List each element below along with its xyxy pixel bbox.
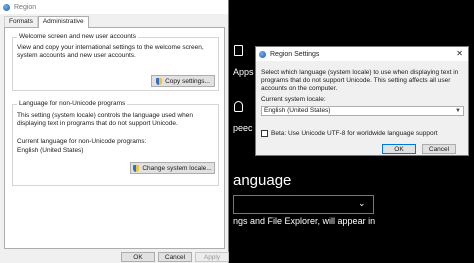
shield-icon [156,77,163,85]
region-apply-button[interactable]: Apply [195,252,229,262]
settings-speech-text: peec [233,123,253,133]
region-tabs: Formats Administrative [4,16,89,28]
settings-microphone-icon [234,101,243,112]
shield-icon [133,164,140,172]
settings-file-explorer-text: ngs and File Explorer, will appear in [233,216,376,226]
tab-administrative[interactable]: Administrative [37,16,89,28]
region-ok-button[interactable]: OK [121,252,155,262]
non-unicode-group-title: Language for non-Unicode programs [17,100,128,107]
copy-settings-button[interactable]: Copy settings... [151,75,215,87]
welcome-group-title: Welcome screen and new user accounts [17,33,138,40]
chevron-down-icon: ▼ [455,108,461,114]
settings-language-dropdown[interactable] [233,195,374,214]
current-language-label: Current language for non-Unicode program… [17,138,147,145]
globe-icon [3,3,10,11]
close-icon[interactable]: ✕ [456,49,463,58]
utf8-beta-label: Beta: Use Unicode UTF-8 for worldwide la… [271,130,438,137]
system-locale-select[interactable]: English (United States) ▼ [261,106,464,116]
chevron-down-icon: ⌄ [358,198,366,208]
system-locale-label: Current system locale: [261,96,326,103]
region-titlebar: Region [0,0,228,14]
change-system-locale-label: Change system locale... [142,164,212,172]
non-unicode-group-description: This setting (system locale) controls th… [17,112,193,127]
region-settings-titlebar: Region Settings [256,47,468,61]
welcome-group-description: View and copy your international setting… [17,44,204,59]
change-system-locale-button[interactable]: Change system locale... [130,162,215,174]
welcome-screen-group: Welcome screen and new user accounts Vie… [12,33,219,91]
settings-apps-text: Apps [233,67,254,77]
region-title: Region [14,3,37,11]
region-settings-description: Select which language (system locale) to… [261,69,459,92]
settings-language-heading: anguage [233,172,292,189]
region-settings-dialog: Region Settings ✕ Select which language … [255,46,469,156]
tab-formats[interactable]: Formats [4,16,38,27]
globe-icon [259,50,266,58]
copy-settings-label: Copy settings... [165,77,210,85]
region-cancel-button[interactable]: Cancel [158,252,192,262]
utf8-beta-checkbox[interactable] [261,130,268,137]
administrative-panel: Welcome screen and new user accounts Vie… [4,27,225,249]
non-unicode-group: Language for non-Unicode programs This s… [12,100,219,186]
region-settings-ok-button[interactable]: OK [382,144,416,154]
region-settings-cancel-button[interactable]: Cancel [422,144,456,154]
system-locale-value: English (United States) [264,107,331,114]
region-settings-title: Region Settings [270,50,320,58]
settings-apps-icon [234,45,243,56]
region-dialog: Region Formats Administrative Welcome sc… [0,0,229,263]
current-language-value: English (United States) [17,147,84,154]
